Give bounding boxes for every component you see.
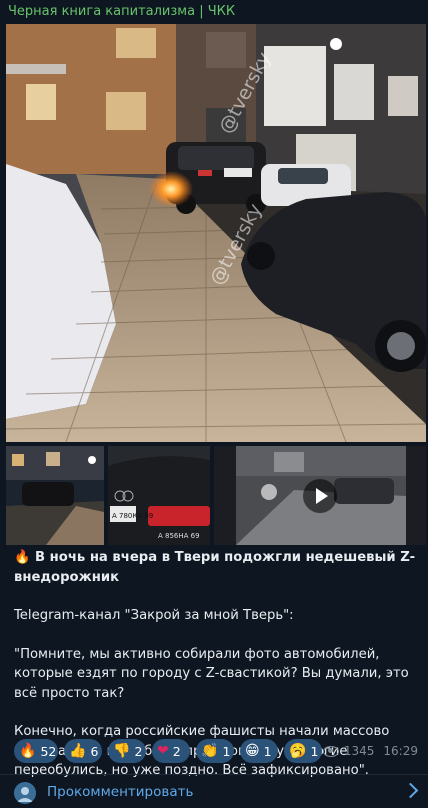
comment-button[interactable]: Прокомментировать xyxy=(0,774,428,808)
thumbs-down-icon: 👎 xyxy=(113,743,131,759)
reaction-thumbs-down[interactable]: 👎 2 xyxy=(108,739,146,763)
channel-name[interactable]: Черная книга капитализма | ЧКК xyxy=(0,0,428,24)
message-container: Черная книга капитализма | ЧКК @tversky … xyxy=(0,0,428,808)
reaction-count: 6 xyxy=(90,743,99,759)
grin-icon: 😁 xyxy=(245,743,260,759)
license-plate-1: А 780КА 69 xyxy=(112,512,153,520)
reaction-count: 52 xyxy=(40,743,57,759)
fire-emoji-icon: 🔥 xyxy=(14,550,31,565)
chevron-right-icon xyxy=(402,782,419,799)
view-count: 1345 xyxy=(343,744,375,758)
reaction-count: 1 xyxy=(222,743,231,759)
reaction-yawn[interactable]: 🥱 1 xyxy=(284,739,322,763)
reaction-fire[interactable]: 🔥 52 xyxy=(14,739,58,763)
fire-icon: 🔥 xyxy=(19,743,37,759)
reaction-count: 2 xyxy=(172,743,181,759)
source-line: Telegram-канал "Закрой за мной Тверь": xyxy=(14,608,294,623)
main-photo[interactable]: @tversky @tversky xyxy=(6,24,426,442)
reaction-grin[interactable]: 😁 1 xyxy=(240,739,278,763)
message-time: 16:29 xyxy=(383,744,418,758)
street-scene-image: @tversky @tversky xyxy=(6,24,426,442)
comment-label: Прокомментировать xyxy=(47,783,194,800)
reaction-count: 1 xyxy=(263,743,272,759)
quote-paragraph: "Помните, мы активно собирали фото автом… xyxy=(14,646,409,701)
thumbs-up-icon: 👍 xyxy=(69,743,87,759)
reaction-count: 1 xyxy=(310,743,319,759)
reaction-count: 2 xyxy=(134,743,143,759)
license-plate-2: А 856НА 69 xyxy=(158,532,200,540)
media-thumbnails: А 780КА 69 А 856НА 69 xyxy=(6,446,426,545)
reaction-thumbs-up[interactable]: 👍 6 xyxy=(64,739,102,763)
avatar-icon xyxy=(14,782,36,804)
play-icon[interactable] xyxy=(303,478,337,513)
reaction-heart[interactable]: ❤ 2 xyxy=(152,739,190,763)
clap-icon: 👏 xyxy=(201,743,219,759)
reaction-clap[interactable]: 👏 1 xyxy=(196,739,234,763)
yawn-icon: 🥱 xyxy=(289,743,307,759)
thumbnail-2[interactable]: А 780КА 69 А 856НА 69 xyxy=(108,446,210,545)
eye-icon xyxy=(322,745,339,757)
burnt-car-image xyxy=(6,446,104,545)
heart-icon: ❤ xyxy=(157,743,169,759)
message-meta: 1345 16:29 xyxy=(322,744,418,758)
commenter-avatar xyxy=(14,782,36,804)
headline-text: В ночь на вчера в Твери подожгли недешев… xyxy=(14,550,416,585)
video-thumbnail[interactable] xyxy=(214,446,426,545)
thumbnail-1[interactable] xyxy=(6,446,104,545)
car-rear-image: А 780КА 69 А 856НА 69 xyxy=(108,446,210,545)
post-headline: 🔥 В ночь на вчера в Твери подожгли недеш… xyxy=(14,548,418,587)
